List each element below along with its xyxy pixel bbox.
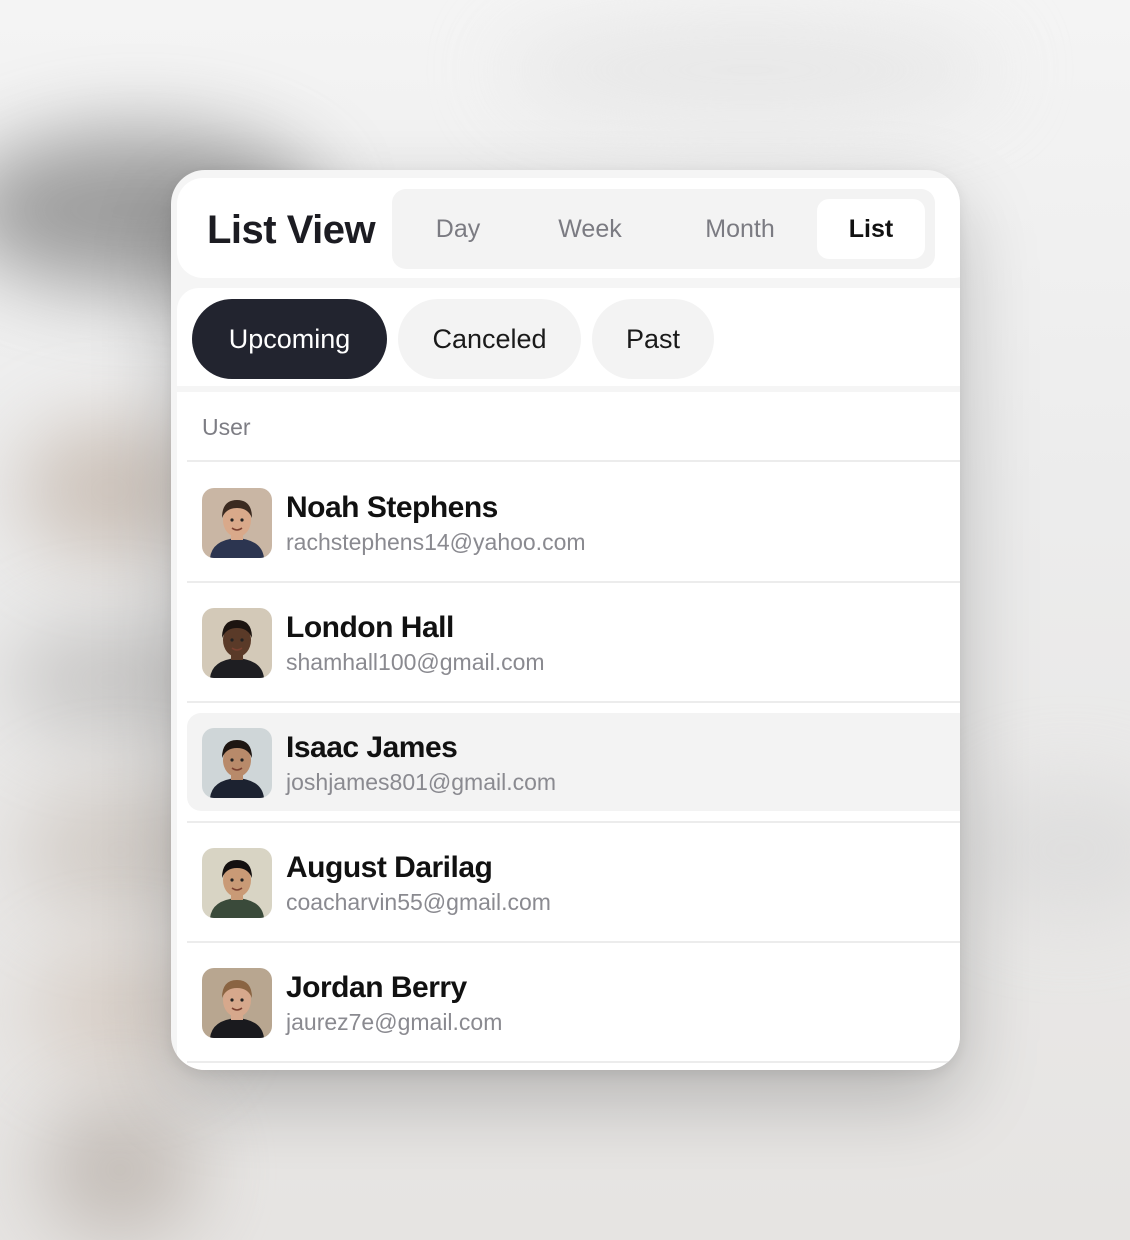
user-name: Jordan Berry: [286, 971, 467, 1004]
user-avatar-photo-icon: [202, 728, 272, 798]
user-email: joshjames801@gmail.com: [286, 769, 557, 795]
user-email: jaurez7e@gmail.com: [286, 1009, 503, 1035]
status-filter-bar: Upcoming Canceled Past: [177, 288, 960, 386]
user-list-row[interactable]: London Hall shamhall100@gmail.com: [187, 583, 960, 703]
user-email: rachstephens14@yahoo.com: [286, 529, 586, 555]
user-list-row[interactable]: August Darilag coacharvin55@gmail.com: [187, 823, 960, 943]
filter-past[interactable]: Past: [592, 299, 714, 379]
column-header: User: [187, 392, 960, 462]
column-header-user: User: [202, 414, 251, 440]
filter-canceled[interactable]: Canceled: [398, 299, 581, 379]
view-switcher: Day Week Month List: [392, 189, 935, 269]
user-list: User Noah Stephens rachstephens14@yahoo.c…: [177, 392, 960, 1070]
user-list-row[interactable]: Isaac James joshjames801@gmail.com: [187, 703, 960, 823]
filter-upcoming[interactable]: Upcoming: [192, 299, 387, 379]
user-avatar-photo-icon: [202, 488, 272, 558]
tab-week[interactable]: Week: [524, 199, 656, 259]
list-view-card: List View Day Week Month List Upcoming C…: [171, 170, 960, 1070]
user-name: London Hall: [286, 611, 454, 644]
user-name: Isaac James: [286, 731, 458, 764]
user-avatar-photo-icon: [202, 968, 272, 1038]
tab-list[interactable]: List: [817, 199, 925, 259]
user-name: August Darilag: [286, 851, 493, 884]
user-name: Noah Stephens: [286, 491, 498, 524]
user-avatar-photo-icon: [202, 608, 272, 678]
user-email: coacharvin55@gmail.com: [286, 889, 551, 915]
tab-month[interactable]: Month: [666, 199, 814, 259]
user-list-row[interactable]: Jordan Berry jaurez7e@gmail.com: [187, 943, 960, 1063]
card-header: List View Day Week Month List: [177, 178, 960, 278]
user-email: shamhall100@gmail.com: [286, 649, 545, 675]
tab-day[interactable]: Day: [402, 199, 514, 259]
user-avatar-photo-icon: [202, 848, 272, 918]
page-title: List View: [207, 208, 376, 252]
user-list-row[interactable]: Noah Stephens rachstephens14@yahoo.com: [187, 463, 960, 583]
